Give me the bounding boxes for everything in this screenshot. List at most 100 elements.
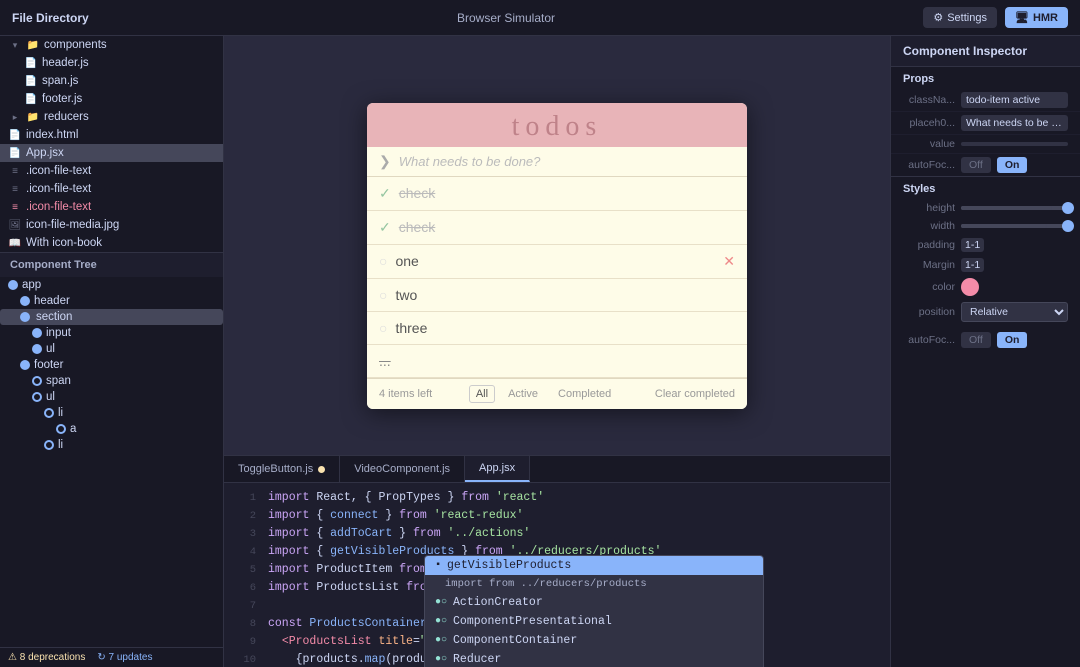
comp-node-span[interactable]: span [0, 373, 223, 389]
autofocus-on-button[interactable]: On [997, 157, 1028, 173]
file-icon-text-3[interactable]: ≡ .icon-file-text [0, 198, 223, 216]
comp-node-section[interactable]: section [0, 309, 223, 325]
main-layout: ▾ 📁 components 📄 header.js 📄 span.js 📄 f… [0, 36, 1080, 667]
file-span-js[interactable]: 📄 span.js [0, 72, 223, 90]
styles-section-title: Styles [891, 176, 1080, 199]
refresh-icon: ↻ [97, 652, 105, 663]
ac-item-component-cont[interactable]: ●○ ComponentContainer [425, 631, 763, 650]
comp-node-ul-1[interactable]: ul [0, 341, 223, 357]
settings-button[interactable]: ⚙ Settings [923, 7, 997, 28]
file-label: .icon-file-text [26, 201, 91, 213]
left-panel: ▾ 📁 components 📄 header.js 📄 span.js 📄 f… [0, 36, 224, 667]
file-icon: ≡ [8, 182, 22, 196]
comp-node-app[interactable]: app [0, 277, 223, 293]
file-label: icon-file-media.jpg [26, 219, 119, 231]
comp-label: app [22, 279, 41, 291]
comp-node-li-2[interactable]: li [0, 437, 223, 453]
top-bar: File Directory Browser Simulator ⚙ Setti… [0, 0, 1080, 36]
node-dot [20, 296, 30, 306]
autocomplete-selected-item[interactable]: ▪ getVisibleProducts [425, 556, 763, 575]
todo-item-three[interactable]: ○ three [367, 312, 747, 345]
code-line: 3 import { addToCart } from '../actions' [224, 525, 890, 543]
folder-reducers[interactable]: ▸ 📁 reducers [0, 108, 223, 126]
file-icon: ≡ [8, 200, 22, 214]
browser-area: todos ❯ What needs to be done? ✓ check ✓… [224, 36, 890, 456]
tab-togglebutton[interactable]: ToggleButton.js [224, 456, 340, 482]
todo-item[interactable]: ✓ check [367, 177, 747, 211]
tab-label: ToggleButton.js [238, 463, 313, 475]
comp-node-footer[interactable]: footer [0, 357, 223, 373]
editor-tabs: ToggleButton.js VideoComponent.js App.js… [224, 456, 890, 483]
ac-item-component-pres[interactable]: ●○ ComponentPresentational [425, 612, 763, 631]
comp-node-a[interactable]: a [0, 421, 223, 437]
todo-item[interactable]: ✓ check [367, 211, 747, 245]
file-icon-text-2[interactable]: ≡ .icon-file-text [0, 180, 223, 198]
file-app-jsx[interactable]: 📄 App.jsx [0, 144, 223, 162]
file-icon-text-1[interactable]: ≡ .icon-file-text [0, 162, 223, 180]
tab-active[interactable]: Active [501, 385, 545, 403]
file-tree: ▾ 📁 components 📄 header.js 📄 span.js 📄 f… [0, 36, 223, 252]
file-label: App.jsx [26, 147, 64, 159]
width-slider[interactable] [961, 224, 1068, 228]
node-dot [44, 408, 54, 418]
items-left-label: 4 items left [379, 388, 432, 400]
warnings-label: ⚠ 8 deprecations [8, 652, 85, 663]
inspector-title: Component Inspector [891, 36, 1080, 67]
code-editor[interactable]: 1 import React, { PropTypes } from 'reac… [224, 483, 890, 667]
file-icon: 📄 [8, 128, 22, 142]
ac-selected-label: getVisibleProducts [447, 559, 571, 572]
file-index-html[interactable]: 📄 index.html [0, 126, 223, 144]
ac-item-actioncreator[interactable]: ●○ ActionCreator [425, 593, 763, 612]
file-footer-js[interactable]: 📄 footer.js [0, 90, 223, 108]
todo-item-text-two: two [395, 287, 735, 303]
folder-components[interactable]: ▾ 📁 components [0, 36, 223, 54]
clear-completed-btn[interactable]: Clear completed [655, 388, 735, 400]
color-picker[interactable] [961, 278, 979, 296]
tab-videocomponent[interactable]: VideoComponent.js [340, 456, 465, 482]
node-dot [32, 328, 42, 338]
style-name-height: height [903, 202, 955, 214]
comp-node-ul-2[interactable]: ul [0, 389, 223, 405]
code-line: 2 import { connect } from 'react-redux' [224, 507, 890, 525]
circle-icon: ○ [379, 320, 387, 336]
file-icon-media[interactable]: 🖼 icon-file-media.jpg [0, 216, 223, 234]
style-value-padding: 1-1 [961, 238, 984, 252]
file-icon: 📄 [24, 56, 38, 70]
autofocus-off-button2[interactable]: Off [961, 332, 991, 348]
autocomplete-dropdown[interactable]: ▪ getVisibleProducts import from ../redu… [424, 555, 764, 667]
style-name-position: position [903, 306, 955, 318]
comp-node-input[interactable]: input [0, 325, 223, 341]
comp-node-li-1[interactable]: li [0, 405, 223, 421]
node-dot [20, 312, 30, 322]
slider-thumb[interactable] [1062, 220, 1074, 232]
hmr-button[interactable]: 🖥 HMR [1005, 7, 1068, 28]
circle-icon: ●○ [435, 635, 447, 646]
todo-item-text: check [399, 219, 735, 235]
tab-label: App.jsx [479, 462, 515, 474]
tab-appjsx[interactable]: App.jsx [465, 456, 530, 482]
slider-thumb[interactable] [1062, 202, 1074, 214]
delete-icon[interactable]: ✕ [723, 253, 735, 270]
todo-title: todos [383, 111, 731, 143]
autofocus-off-button[interactable]: Off [961, 157, 991, 173]
todo-app: todos ❯ What needs to be done? ✓ check ✓… [367, 103, 747, 409]
comp-node-header[interactable]: header [0, 293, 223, 309]
file-header-js[interactable]: 📄 header.js [0, 54, 223, 72]
todo-input-row[interactable]: ❯ What needs to be done? [367, 147, 747, 177]
prop-placeholder: placeh0... What needs to be d... [891, 112, 1080, 135]
file-icon-book[interactable]: 📖 With icon-book [0, 234, 223, 252]
position-select[interactable]: Relative Absolute Fixed Static Sticky [961, 302, 1068, 322]
height-slider[interactable] [961, 206, 1068, 210]
style-name-color: color [903, 281, 955, 293]
node-dot [8, 280, 18, 290]
todo-item-one[interactable]: ○ one ✕ [367, 245, 747, 279]
ac-item-reducer[interactable]: ●○ Reducer [425, 650, 763, 667]
chevron-right-icon: ▸ [8, 110, 22, 124]
tab-all[interactable]: All [469, 385, 495, 403]
comp-label: span [46, 375, 71, 387]
autofocus-on-button2[interactable]: On [997, 332, 1028, 348]
file-icon: ≡ [8, 164, 22, 178]
todo-item-two[interactable]: ○ two [367, 279, 747, 312]
slider-track [961, 224, 1068, 228]
tab-completed[interactable]: Completed [551, 385, 618, 403]
